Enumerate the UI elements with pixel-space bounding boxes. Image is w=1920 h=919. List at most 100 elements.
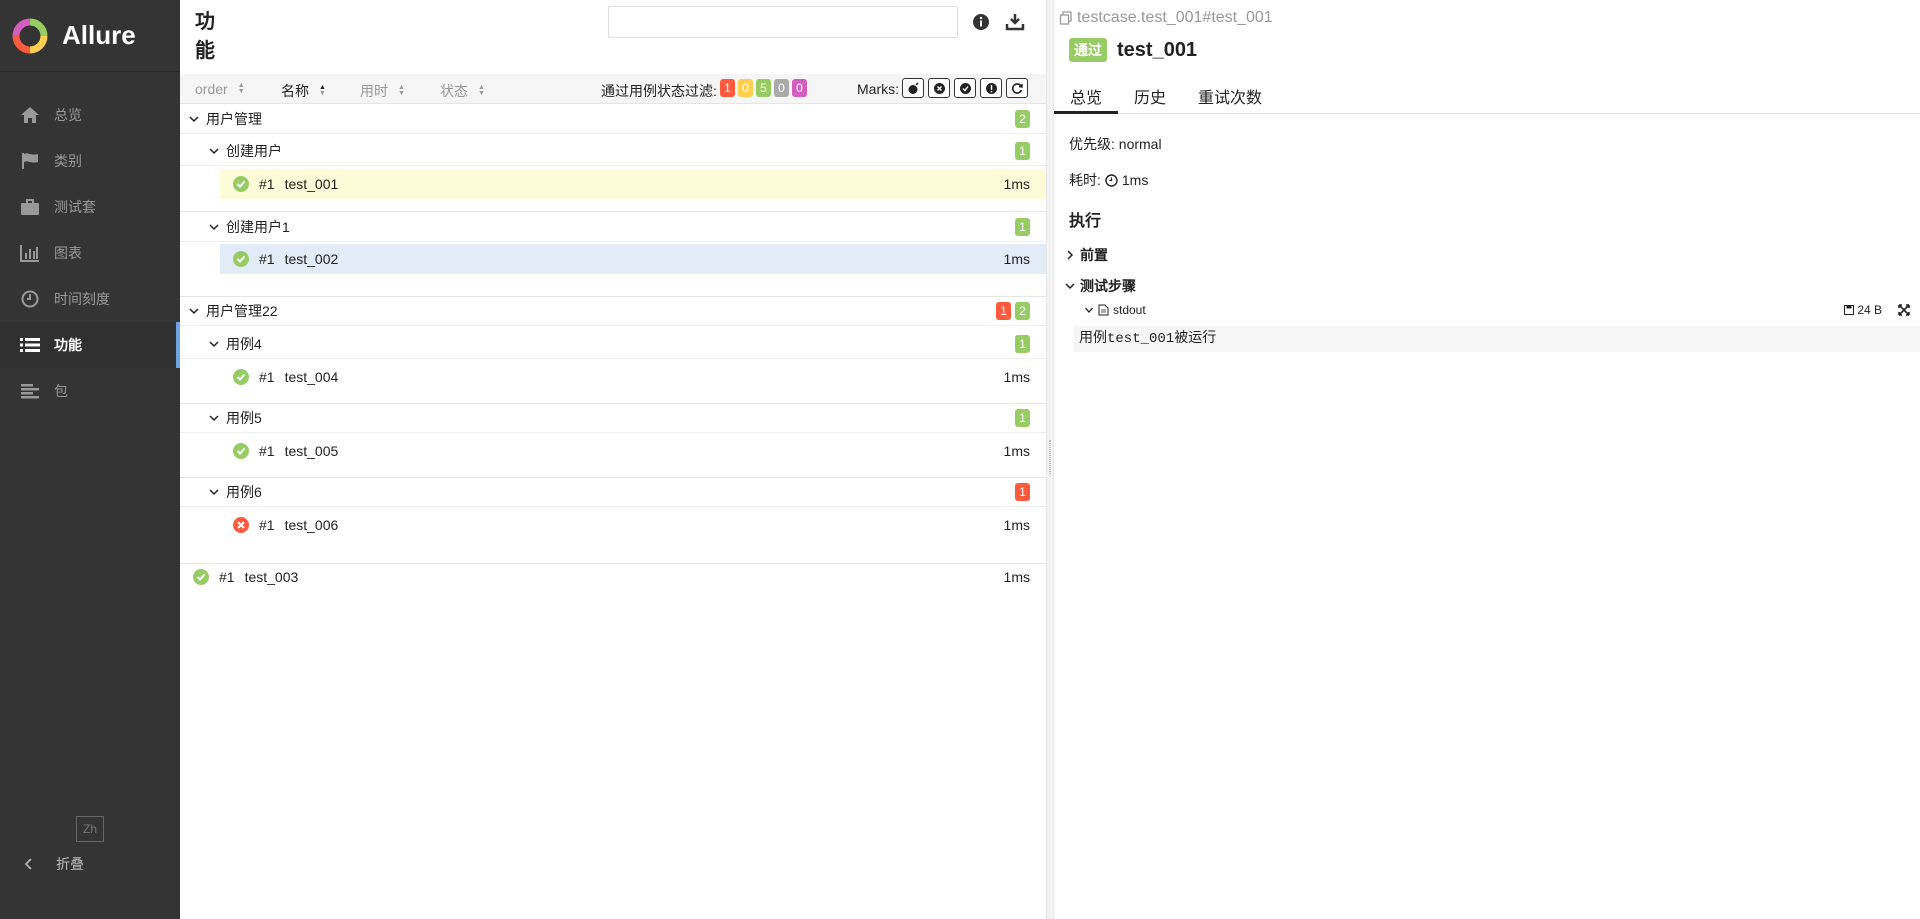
case-name: test_006 <box>284 517 339 533</box>
attachment-size: 24 B <box>1844 303 1882 317</box>
allure-logo-icon <box>12 18 48 53</box>
mark-retries-button[interactable] <box>1006 78 1028 98</box>
case-name: test_001 <box>284 176 339 192</box>
test-case-row[interactable]: #1 test_006 1ms <box>220 510 1046 540</box>
duration: 耗时: 1ms <box>1069 170 1148 190</box>
chevron-right-icon <box>1067 250 1074 260</box>
tab-history[interactable]: 历史 <box>1118 78 1182 114</box>
tree-group[interactable]: 用户管理22 1 2 <box>180 296 1046 326</box>
test-steps-section[interactable]: 测试步骤 <box>1064 276 1136 296</box>
home-icon <box>18 103 42 127</box>
test-case-row[interactable]: #1 test_003 1ms <box>180 562 1046 592</box>
sidebar-nav: 总览 类别 测试套 图表 时间刻度 功能 包 <box>0 92 180 414</box>
test-case-row[interactable]: #1 test_005 1ms <box>220 436 1046 466</box>
filter-unknown[interactable]: 0 <box>792 79 807 97</box>
case-name: test_002 <box>284 251 339 267</box>
subgroup-name: 创建用户1 <box>226 218 290 235</box>
passed-status-icon <box>193 569 209 585</box>
test-full-name: testcase.test_001#test_001 <box>1077 9 1273 26</box>
page-title: 功能 <box>195 11 215 62</box>
sidebar-item-graphs[interactable]: 图表 <box>0 230 180 276</box>
chevron-down-icon <box>209 223 219 230</box>
sort-by-name[interactable]: 名称 ▲ ▼ <box>281 81 326 101</box>
tree-group[interactable]: 用户管理 2 <box>180 104 1046 134</box>
expand-icon[interactable] <box>1898 304 1910 316</box>
pane-splitter[interactable] <box>1046 0 1054 919</box>
mark-new-failed-button[interactable] <box>928 78 950 98</box>
sidebar-item-suites[interactable]: 测试套 <box>0 184 180 230</box>
sidebar-item-label: 总览 <box>54 107 82 123</box>
sort-icon: ▲ ▼ <box>319 84 326 97</box>
attachment-name: stdout <box>1113 303 1146 317</box>
info-icon[interactable] <box>972 13 990 31</box>
filter-skipped[interactable]: 0 <box>774 79 789 97</box>
failed-status-icon <box>233 517 249 533</box>
sidebar-item-packages[interactable]: 包 <box>0 368 180 414</box>
mark-new-broken-button[interactable] <box>980 78 1002 98</box>
attachment-row[interactable]: stdout 24 B <box>1084 303 1910 317</box>
tree-subgroup[interactable]: 用例6 1 <box>180 477 1046 507</box>
detail-tabs: 总览 历史 重试次数 <box>1054 78 1920 114</box>
filter-broken[interactable]: 0 <box>738 79 753 97</box>
search-input[interactable] <box>608 6 958 38</box>
tab-retries[interactable]: 重试次数 <box>1182 78 1278 114</box>
case-number: #1 <box>259 443 275 459</box>
test-path: testcase.test_001#test_001 <box>1059 9 1273 27</box>
subgroup-count-badge: 1 <box>1015 408 1030 427</box>
filter-passed[interactable]: 5 <box>756 79 771 97</box>
clock-icon <box>1105 173 1118 187</box>
sidebar-item-behaviors[interactable]: 功能 <box>0 322 180 368</box>
group-name: 用户管理 <box>206 110 262 127</box>
save-icon <box>1844 305 1855 315</box>
copy-icon[interactable] <box>1059 11 1073 25</box>
tree-subgroup[interactable]: 用例4 1 <box>180 329 1046 359</box>
bar-chart-icon <box>18 241 42 265</box>
setup-label: 前置 <box>1080 247 1108 263</box>
collapse-button[interactable]: 折叠 <box>22 852 84 876</box>
download-icon[interactable] <box>1005 12 1025 32</box>
chevron-left-icon <box>24 858 32 870</box>
tree-subgroup[interactable]: 用例5 1 <box>180 403 1046 433</box>
check-circle-icon <box>959 82 971 94</box>
group-name: 用户管理22 <box>206 302 278 319</box>
mark-flaky-button[interactable] <box>902 78 924 98</box>
sidebar-item-categories[interactable]: 类别 <box>0 138 180 184</box>
language-switcher[interactable]: Zh <box>76 816 104 842</box>
mark-new-passed-button[interactable] <box>954 78 976 98</box>
case-number: #1 <box>259 517 275 533</box>
tab-overview[interactable]: 总览 <box>1054 78 1119 114</box>
test-case-row[interactable]: #1 test_001 1ms <box>220 169 1046 199</box>
subgroup-count-badge: 1 <box>1015 334 1030 353</box>
splitter-grip[interactable] <box>1049 440 1051 474</box>
chevron-down-icon <box>1065 283 1075 290</box>
sort-icon: ▲ ▼ <box>398 84 405 97</box>
test-case-row[interactable]: #1 test_002 1ms <box>220 244 1046 274</box>
filter-failed[interactable]: 1 <box>720 79 735 97</box>
brand[interactable]: Allure <box>0 0 180 72</box>
tree-subgroup[interactable]: 创建用户1 1 <box>180 212 1046 242</box>
exclamation-circle-icon <box>985 82 997 94</box>
chevron-down-icon <box>209 340 219 347</box>
status-filters: 1 0 5 0 0 <box>720 79 807 97</box>
refresh-icon <box>1011 82 1023 94</box>
case-duration: 1ms <box>1003 569 1030 585</box>
test-case-row[interactable]: #1 test_004 1ms <box>220 362 1046 392</box>
tree-subgroup[interactable]: 创建用户 1 <box>180 136 1046 166</box>
sidebar: Allure 总览 类别 测试套 图表 时间刻度 功能 包 Zh 折叠 <box>0 0 180 919</box>
sidebar-item-overview[interactable]: 总览 <box>0 92 180 138</box>
passed-status-icon <box>233 251 249 267</box>
passed-status-icon <box>233 176 249 192</box>
flag-icon <box>18 149 42 173</box>
sidebar-item-timeline[interactable]: 时间刻度 <box>0 276 180 322</box>
subgroup-count-badge: 1 <box>1015 482 1030 501</box>
sort-by-order[interactable]: order ▲ ▼ <box>195 81 245 97</box>
sort-by-status[interactable]: 状态 ▲ ▼ <box>440 81 485 101</box>
setup-section[interactable]: 前置 <box>1064 245 1108 265</box>
sort-by-duration[interactable]: 用时 ▲ ▼ <box>360 81 405 101</box>
chevron-down-icon <box>209 414 219 421</box>
steps-label: 测试步骤 <box>1080 278 1136 294</box>
test-detail-pane: testcase.test_001#test_001 通过 test_001 总… <box>1054 0 1920 919</box>
group-count-badge: 2 <box>1015 109 1030 128</box>
chevron-down-icon <box>209 488 219 495</box>
chevron-down-icon <box>209 147 219 154</box>
